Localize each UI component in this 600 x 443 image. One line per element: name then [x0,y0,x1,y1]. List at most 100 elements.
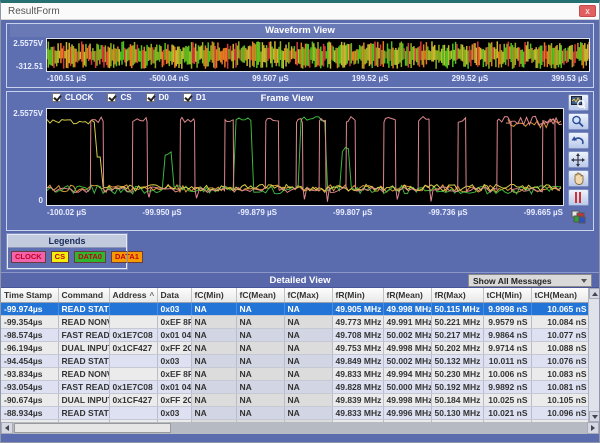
table-cell: NA [284,341,332,354]
table-row[interactable]: -98.574µsFAST READ (0Bh)0x1E7C080x01 04 … [1,328,590,341]
move-button[interactable] [568,151,589,168]
table-cell: 49.998 MHz [383,302,431,315]
axis-tick-label: 199.52 µS [352,74,389,83]
zoom-button[interactable] [568,113,589,130]
axis-tick-label: 99.507 µS [252,74,289,83]
frame-view-panel: CLOCKCSD0D1 Frame View 2.5575V 0 -100.02… [6,91,594,231]
legend-chip-clock: CLOCK [11,251,46,263]
table-row[interactable]: -88.934µsREAD STATUS R...0x03NANANA49.83… [1,406,590,419]
palette-icon [571,210,586,224]
legend-chip-row: CLOCKCSDATA0DATA1 [8,248,126,266]
column-header[interactable]: fC(Mean) [236,288,284,302]
frame-traces [47,109,563,205]
table-cell: 10.076 nS [531,354,590,367]
column-header[interactable]: tCH(Mean) [531,288,590,302]
table-cell: 10.011 nS [483,354,531,367]
table-row[interactable]: -93.054µsFAST READ (0Bh)0x1E7C080x01 04 … [1,380,590,393]
arrow-right-icon [591,425,595,431]
column-header[interactable]: Time Stamp [1,288,58,302]
table-cell: -96.194µs [1,341,58,354]
axis-tick-label: -99.950 µS [142,208,181,217]
table-cell: NA [236,354,284,367]
table-cell: 0x01 04 ... [157,380,191,393]
column-header[interactable]: tCH(Min) [483,288,531,302]
frame-plot[interactable] [46,108,564,206]
checkbox-label: D1 [196,93,206,102]
scroll-up-button[interactable] [589,288,599,299]
checkbox-label: D0 [159,93,169,102]
table-cell: 50.230 MHz [431,367,483,380]
table-cell: 49.994 MHz [383,367,431,380]
close-button[interactable]: x [579,5,596,17]
channel-checkbox-clock[interactable]: CLOCK [52,93,93,102]
horizontal-scroll-thumb[interactable] [14,423,171,433]
table-cell: NA [284,367,332,380]
table-cell: 10.084 nS [531,315,590,328]
table-row[interactable]: -90.674µsDUAL INPUT/OU...0x1CF4270xFF 2C… [1,393,590,406]
palette-button[interactable] [568,208,589,225]
table-cell: NA [236,367,284,380]
table-cell: 49.998 MHz [383,341,431,354]
table-cell: 49.773 MHz [332,315,383,328]
undo-icon [571,135,585,147]
zoom-select-button[interactable] [568,94,589,111]
column-header[interactable]: Address^ [109,288,157,302]
table-cell: 50.132 MHz [431,354,483,367]
table-cell: NA [191,367,236,380]
column-header[interactable]: Command [58,288,109,302]
table-cell: NA [191,406,236,419]
table-row[interactable]: -99.974µsREAD STATUS R...0x03NANANA49.90… [1,302,590,315]
table-cell: 50.184 MHz [431,393,483,406]
waveform-plot[interactable] [46,38,590,72]
checkbox-label: CLOCK [65,93,93,102]
table-cell [109,406,157,419]
y-axis-min-label: 0 [10,196,43,205]
column-header[interactable]: fR(Mean) [383,288,431,302]
table-cell: 50.221 MHz [431,315,483,328]
table-cell: -99.354µs [1,315,58,328]
column-header[interactable]: fC(Max) [284,288,332,302]
scroll-left-button[interactable] [1,422,13,434]
table-cell: 50.130 MHz [431,406,483,419]
table-row[interactable]: -94.454µsREAD STATUS R...0x03NANANA49.84… [1,354,590,367]
vertical-scrollbar[interactable] [588,288,599,422]
table-cell: 0x03 [157,354,191,367]
table-cell: 0x1E7C08 [109,380,157,393]
channel-checkbox-d0[interactable]: D0 [146,93,169,102]
column-header[interactable]: fC(Min) [191,288,236,302]
frame-y-axis: 2.5575V 0 [10,108,46,206]
channel-checkbox-cs[interactable]: CS [107,93,131,102]
table-cell: READ NONVOLA... [58,315,109,328]
channel-checkbox-group: CLOCK CS D0 D1 [52,93,206,102]
undo-button[interactable] [568,132,589,149]
table-cell: NA [236,406,284,419]
column-header[interactable]: fR(Min) [332,288,383,302]
table-cell: 49.996 MHz [383,406,431,419]
pan-button[interactable] [568,170,589,187]
cursors-button[interactable] [568,189,589,206]
table-row[interactable]: -93.834µsREAD NONVOLA...0xEF 8FNANANA49.… [1,367,590,380]
column-header[interactable]: Data [157,288,191,302]
table-cell: 0x03 [157,406,191,419]
message-filter-dropdown[interactable]: Show All Messages [468,274,592,287]
channel-checkbox-d1[interactable]: D1 [183,93,206,102]
table-cell: 10.088 nS [531,341,590,354]
table-cell: NA [284,328,332,341]
table-cell [109,367,157,380]
horizontal-scrollbar[interactable] [1,422,599,434]
table-cell: -90.674µs [1,393,58,406]
zoom-select-icon [571,96,586,109]
table-row[interactable]: -96.194µsDUAL INPUT/OU...0x1CF4270xFF 2C… [1,341,590,354]
table-row[interactable]: -99.354µsREAD NONVOLA...0xEF 8FNANANA49.… [1,315,590,328]
table-cell: 50.202 MHz [431,341,483,354]
table-cell: 0x1E7C08 [109,328,157,341]
scroll-right-button[interactable] [587,422,599,434]
checkbox-icon [183,93,192,102]
table-cell: 9.9714 nS [483,341,531,354]
column-header[interactable]: fR(Max) [431,288,483,302]
table-cell: -93.054µs [1,380,58,393]
table-cell: 50.002 MHz [383,354,431,367]
scroll-down-button[interactable] [589,411,599,422]
table-cell: 49.839 MHz [332,393,383,406]
legends-title: Legends [8,235,126,248]
